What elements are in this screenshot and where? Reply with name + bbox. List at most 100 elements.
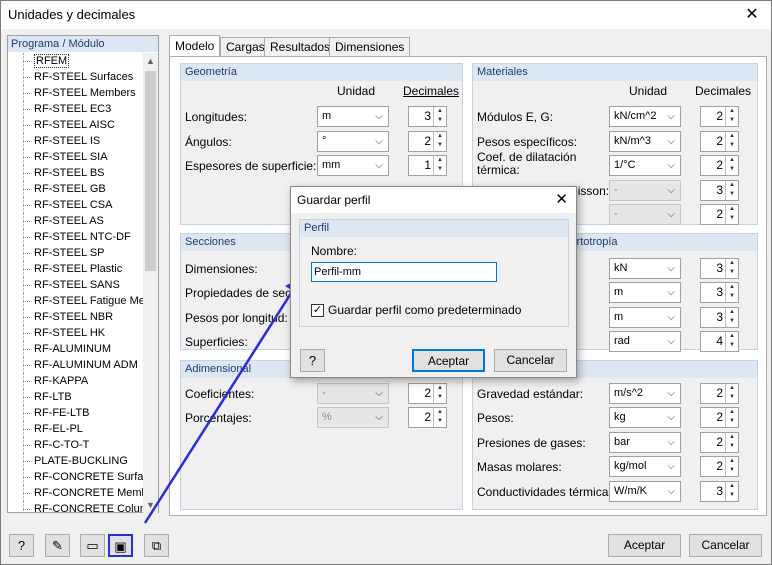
spin-up-icon[interactable]: ▲ — [726, 457, 738, 466]
spin-up-icon[interactable]: ▲ — [726, 308, 738, 317]
unit-select[interactable]: m ⌵ — [609, 282, 681, 303]
tab-modelo[interactable]: Modelo — [169, 35, 221, 57]
dialog-ok-button[interactable]: Aceptar — [412, 349, 485, 372]
scroll-thumb[interactable] — [145, 71, 156, 271]
tree-item[interactable]: RF-STEEL IS — [8, 133, 144, 149]
spin-down-icon[interactable]: ▼ — [726, 214, 738, 223]
tree-item[interactable]: RF-STEEL CSA — [8, 197, 144, 213]
tree-item[interactable]: RF-STEEL GB — [8, 181, 144, 197]
spin-up-icon[interactable]: ▲ — [434, 156, 446, 165]
ok-button[interactable]: Aceptar — [608, 534, 681, 557]
spin-down-icon[interactable]: ▼ — [434, 141, 446, 150]
tree-item[interactable]: RF-LTB — [8, 389, 144, 405]
spin-down-icon[interactable]: ▼ — [434, 417, 446, 426]
module-tree[interactable]: Programa / Módulo RFEM RF-STEEL Surfaces R… — [7, 35, 159, 513]
unit-select[interactable]: 1/°C ⌵ — [609, 155, 681, 176]
decimals-stepper[interactable]: 3 ▲ ▼ — [700, 258, 739, 279]
tree-item[interactable]: RF-CONCRETE Surfaces — [8, 469, 144, 485]
decimals-stepper[interactable]: 2 ▲ ▼ — [700, 131, 739, 152]
tree-item[interactable]: RF-STEEL NTC-DF — [8, 229, 144, 245]
help-button[interactable]: ? — [9, 534, 34, 557]
decimals-stepper[interactable]: 3 ▲ ▼ — [700, 481, 739, 502]
spin-down-icon[interactable]: ▼ — [726, 116, 738, 125]
decimals-stepper[interactable]: 2 ▲ ▼ — [700, 383, 739, 404]
decimals-stepper[interactable]: 3 ▲ ▼ — [700, 282, 739, 303]
unit-select[interactable]: m/s^2 ⌵ — [609, 383, 681, 404]
decimals-stepper[interactable]: 3 ▲ ▼ — [408, 106, 447, 127]
tree-item[interactable]: RF-EL-PL — [8, 421, 144, 437]
decimals-stepper[interactable]: 2 ▲ ▼ — [408, 383, 447, 404]
tree-list[interactable]: RFEM RF-STEEL Surfaces RF-STEEL Members RF-… — [8, 53, 144, 513]
tree-item[interactable]: RF-STEEL SIA — [8, 149, 144, 165]
spin-up-icon[interactable]: ▲ — [726, 384, 738, 393]
spin-up-icon[interactable]: ▲ — [726, 259, 738, 268]
unit-select[interactable]: ° ⌵ — [317, 131, 389, 152]
unit-select[interactable]: m ⌵ — [609, 307, 681, 328]
unit-select[interactable]: W/m/K ⌵ — [609, 481, 681, 502]
unit-select[interactable]: m ⌵ — [317, 106, 389, 127]
spin-up-icon[interactable]: ▲ — [434, 384, 446, 393]
spin-up-icon[interactable]: ▲ — [726, 408, 738, 417]
unit-select[interactable]: kg/mol ⌵ — [609, 456, 681, 477]
tree-item[interactable]: RF-CONCRETE Members — [8, 485, 144, 501]
unit-select[interactable]: rad ⌵ — [609, 331, 681, 352]
unit-select[interactable]: - ⌵ — [609, 180, 681, 201]
edit-button[interactable]: ✎ — [45, 534, 70, 557]
scroll-up-icon[interactable]: ▲ — [143, 53, 158, 69]
tree-item[interactable]: RF-KAPPA — [8, 373, 144, 389]
unit-select[interactable]: % ⌵ — [317, 407, 389, 428]
tree-item[interactable]: RF-C-TO-T — [8, 437, 144, 453]
close-icon[interactable]: ✕ — [741, 4, 763, 26]
tree-item[interactable]: RF-STEEL HK — [8, 325, 144, 341]
spin-up-icon[interactable]: ▲ — [434, 132, 446, 141]
unit-select[interactable]: bar ⌵ — [609, 432, 681, 453]
spin-down-icon[interactable]: ▼ — [726, 442, 738, 451]
spin-down-icon[interactable]: ▼ — [726, 268, 738, 277]
spin-down-icon[interactable]: ▼ — [726, 466, 738, 475]
spin-up-icon[interactable]: ▲ — [726, 132, 738, 141]
decimals-stepper[interactable]: 3 ▲ ▼ — [700, 307, 739, 328]
spin-down-icon[interactable]: ▼ — [726, 491, 738, 500]
dialog-help-button[interactable]: ? — [300, 349, 325, 372]
tab-resultados[interactable]: Resultados — [264, 37, 337, 57]
tree-item[interactable]: RF-STEEL Fatigue Mem — [8, 293, 144, 309]
spin-down-icon[interactable]: ▼ — [434, 393, 446, 402]
tree-item[interactable]: RF-STEEL AS — [8, 213, 144, 229]
decimals-stepper[interactable]: 2 ▲ ▼ — [408, 131, 447, 152]
tree-item[interactable]: RF-STEEL EC3 — [8, 101, 144, 117]
tree-item[interactable]: PLATE-BUCKLING — [8, 453, 144, 469]
unit-select[interactable]: kN/cm^2 ⌵ — [609, 106, 681, 127]
decimals-stepper[interactable]: 2 ▲ ▼ — [700, 456, 739, 477]
tree-item[interactable]: RF-STEEL Plastic — [8, 261, 144, 277]
spin-down-icon[interactable]: ▼ — [726, 317, 738, 326]
dialog-close-icon[interactable]: ✕ — [555, 190, 568, 208]
scroll-down-icon[interactable]: ▼ — [143, 497, 158, 513]
tree-item[interactable]: RF-ALUMINUM — [8, 341, 144, 357]
unit-select[interactable]: - ⌵ — [317, 383, 389, 404]
tree-item[interactable]: RF-ALUMINUM ADM — [8, 357, 144, 373]
spin-down-icon[interactable]: ▼ — [726, 292, 738, 301]
spin-down-icon[interactable]: ▼ — [726, 141, 738, 150]
spin-up-icon[interactable]: ▲ — [726, 181, 738, 190]
spin-up-icon[interactable]: ▲ — [726, 156, 738, 165]
spin-up-icon[interactable]: ▲ — [726, 283, 738, 292]
tree-item[interactable]: RF-STEEL AISC — [8, 117, 144, 133]
dialog-cancel-button[interactable]: Cancelar — [494, 349, 567, 372]
spin-up-icon[interactable]: ▲ — [434, 408, 446, 417]
decimals-stepper[interactable]: 2 ▲ ▼ — [700, 204, 739, 225]
spin-up-icon[interactable]: ▲ — [726, 332, 738, 341]
unit-select[interactable]: mm ⌵ — [317, 155, 389, 176]
decimals-stepper[interactable]: 2 ▲ ▼ — [700, 106, 739, 127]
cancel-button[interactable]: Cancelar — [689, 534, 762, 557]
spin-down-icon[interactable]: ▼ — [726, 417, 738, 426]
spin-down-icon[interactable]: ▼ — [726, 190, 738, 199]
spin-down-icon[interactable]: ▼ — [726, 165, 738, 174]
spin-up-icon[interactable]: ▲ — [434, 107, 446, 116]
spin-up-icon[interactable]: ▲ — [726, 107, 738, 116]
tree-item[interactable]: RF-STEEL BS — [8, 165, 144, 181]
decimals-stepper[interactable]: 2 ▲ ▼ — [408, 407, 447, 428]
spin-up-icon[interactable]: ▲ — [726, 482, 738, 491]
spin-up-icon[interactable]: ▲ — [726, 433, 738, 442]
spin-down-icon[interactable]: ▼ — [434, 165, 446, 174]
profile-name-input[interactable]: Perfil-mm — [311, 262, 497, 282]
